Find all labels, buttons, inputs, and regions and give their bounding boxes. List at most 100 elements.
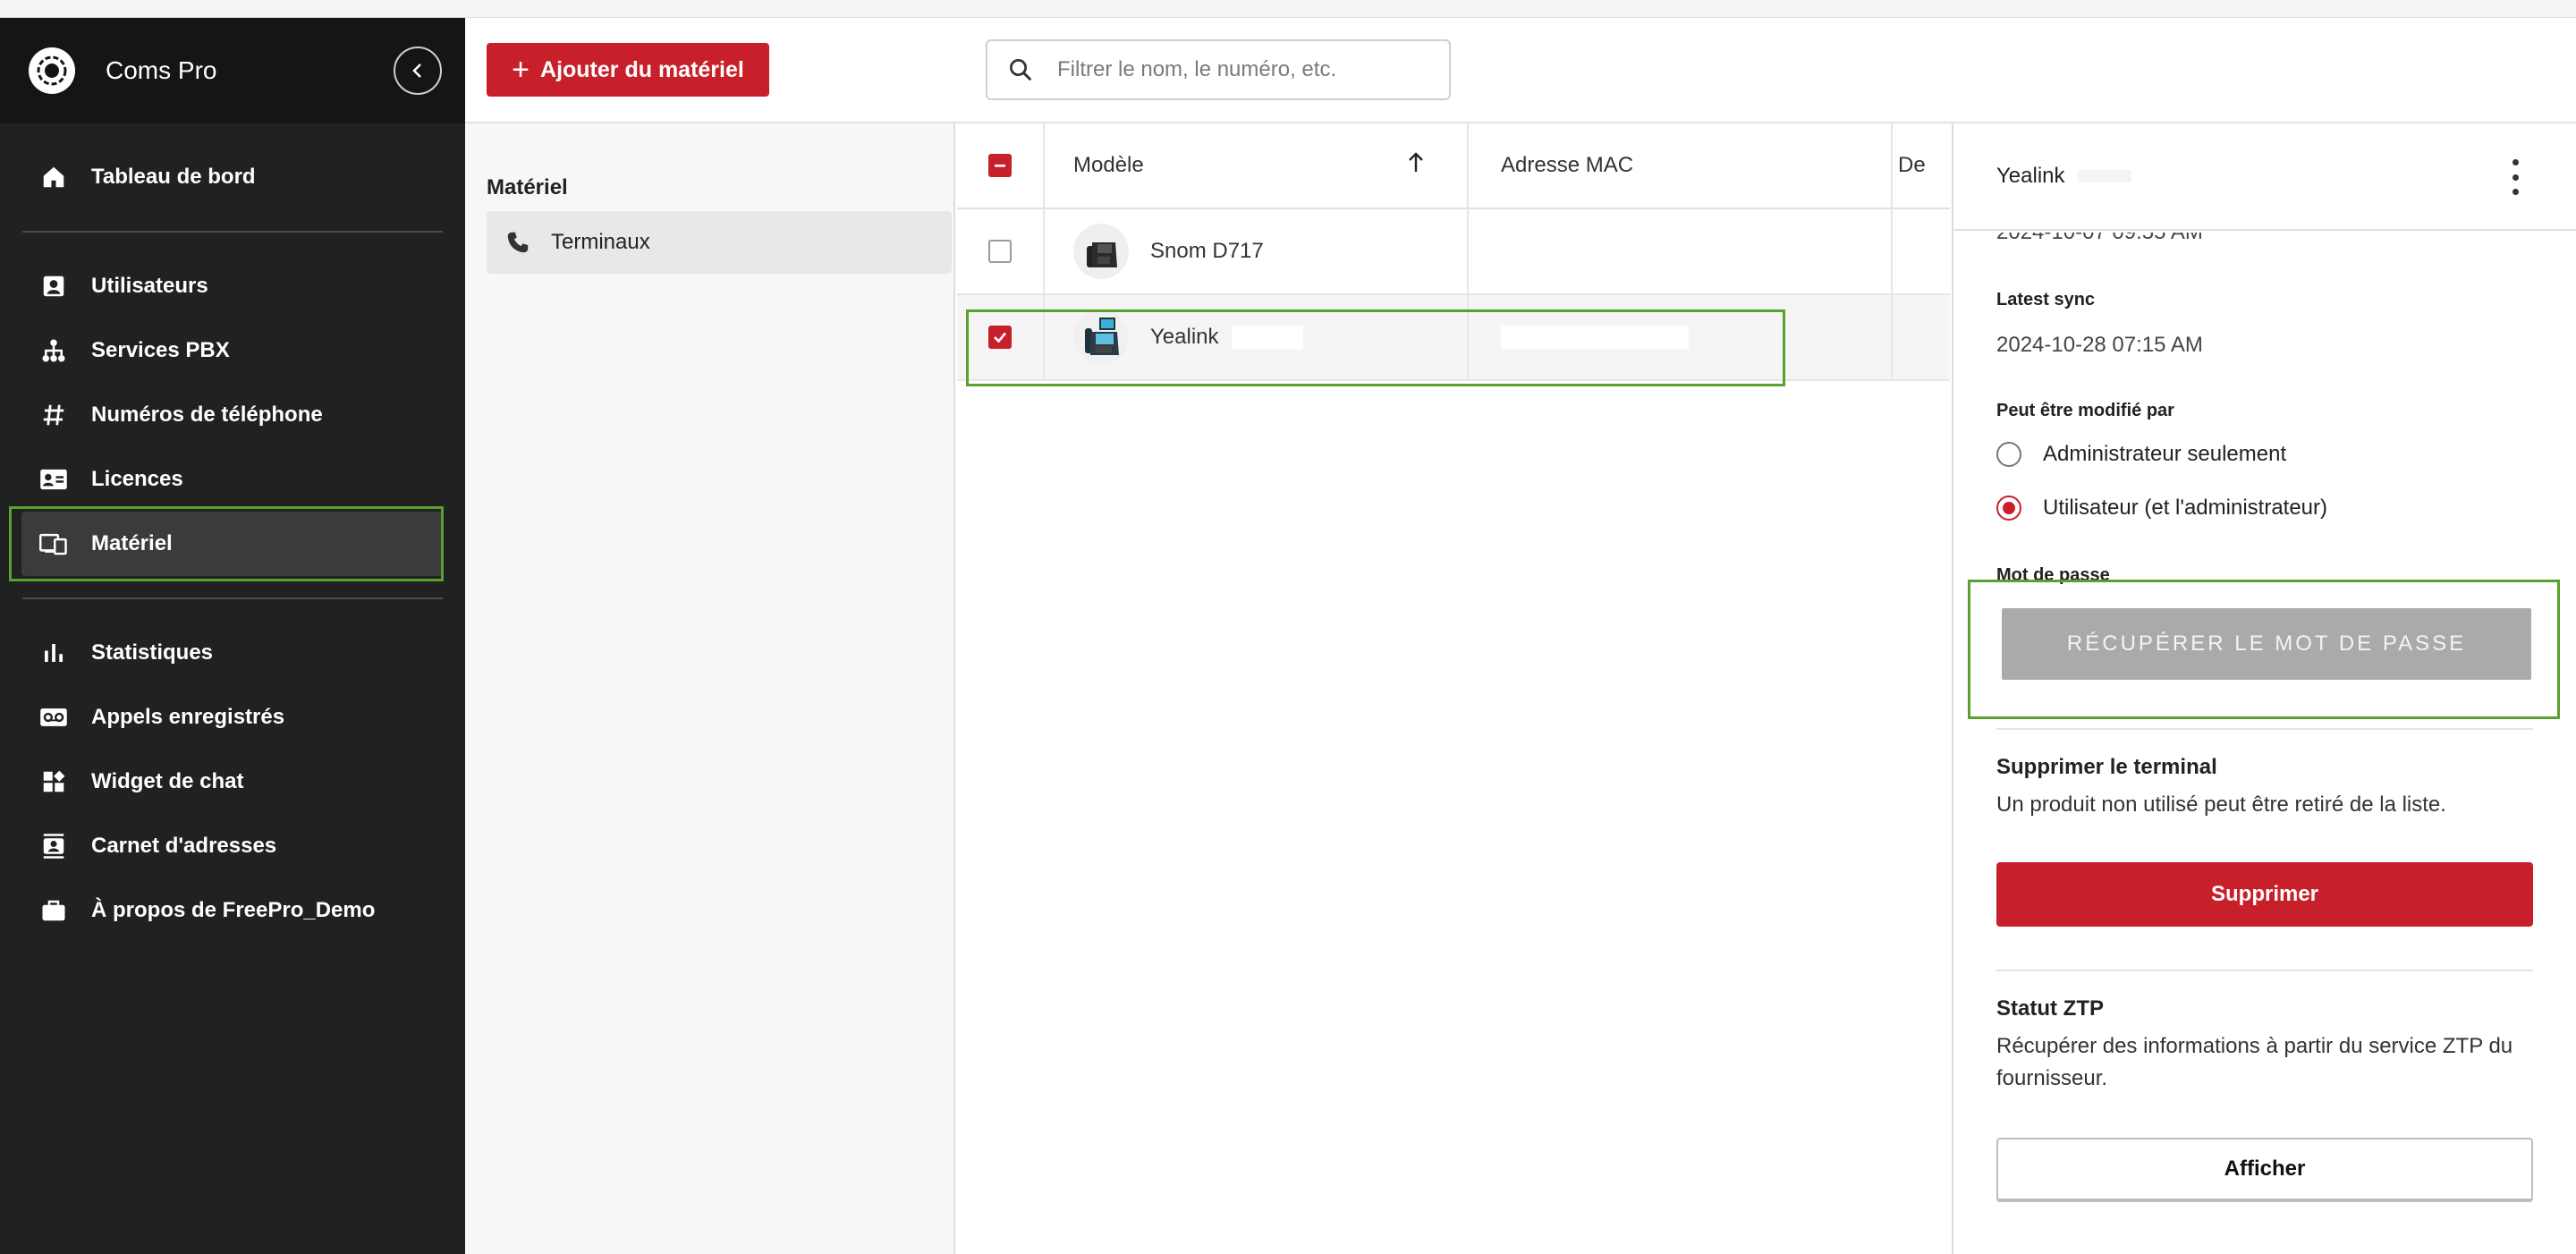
row-checkbox[interactable] [988, 326, 1012, 349]
sidebar-item-phone-numbers[interactable]: Numéros de téléphone [0, 383, 465, 447]
chevron-left-icon [412, 64, 421, 78]
table-row[interactable]: Snom D717 [957, 209, 1950, 295]
details-title: Yealink [1996, 164, 2065, 188]
sidebar-item-label: Statistiques [91, 640, 214, 665]
devices-icon [38, 528, 70, 560]
delete-section-text: Un produit non utilisé peut être retiré … [1996, 792, 2446, 817]
header-checkbox-cell [957, 123, 1045, 208]
row-model-cell: Snom D717 [1045, 209, 1469, 293]
browser-strip [0, 0, 2576, 18]
select-all-checkbox[interactable] [988, 154, 1012, 177]
latest-sync-value: 2024-10-28 07:15 AM [1996, 333, 2203, 357]
sidebar-item-label: Numéros de téléphone [91, 402, 323, 427]
license-card-icon [38, 463, 70, 496]
voicemail-icon [38, 701, 70, 733]
sidebar-item-label: Carnet d'adresses [91, 834, 277, 858]
section-divider [1996, 728, 2533, 730]
sidebar-item-users[interactable]: Utilisateurs [0, 254, 465, 318]
search-box[interactable] [986, 39, 1451, 100]
password-label: Mot de passe [1996, 565, 2110, 585]
sort-ascending-icon[interactable] [1406, 151, 1426, 180]
search-icon [1010, 59, 1032, 81]
sidebar-item-label: Services PBX [91, 338, 230, 362]
redacted-block [1501, 326, 1689, 349]
show-ztp-label: Afficher [2224, 1157, 2306, 1181]
sidebar-item-address-book[interactable]: Carnet d'adresses [0, 814, 465, 878]
column-header-label: De [1898, 153, 1926, 177]
details-header: Yealink [1953, 123, 2576, 231]
ztp-section-text: Récupérer des informations à partir du s… [1996, 1034, 2513, 1090]
hardware-table: Modèle Adresse MAC De Snom D717 Yealink [957, 123, 1950, 1254]
app-title: Coms Pro [106, 56, 217, 84]
radio-button[interactable] [1996, 496, 2021, 521]
retrieve-password-button[interactable]: RÉCUPÉRER LE MOT DE PASSE [2002, 608, 2531, 680]
sidebar-item-about[interactable]: À propos de FreePro_Demo [0, 878, 465, 943]
add-hardware-label: Ajouter du matériel [540, 56, 744, 82]
collapse-sidebar-button[interactable] [394, 47, 442, 95]
subnav-item-label: Terminaux [551, 230, 650, 254]
sidebar-nav-group: Statistiques Appels enregistrés Widget d… [0, 621, 465, 943]
desk-phone-icon [1073, 309, 1129, 365]
show-ztp-button[interactable]: Afficher [1996, 1138, 2533, 1202]
sidebar-item-dashboard[interactable]: Tableau de bord [0, 145, 465, 209]
sidebar-item-label: Licences [91, 467, 183, 491]
column-header-label: Adresse MAC [1501, 153, 1634, 177]
more-options-icon[interactable] [2506, 159, 2524, 195]
redacted-block [2077, 170, 2131, 182]
contacts-icon [38, 830, 70, 862]
row-model-cell: Yealink [1045, 295, 1469, 379]
editable-by-label: Peut être modifié par [1996, 401, 2174, 420]
radio-user-and-admin[interactable]: Utilisateur (et l'administrateur) [1996, 496, 2327, 521]
sidebar-item-statistics[interactable]: Statistiques [0, 621, 465, 685]
hardware-subnav: Matériel Terminaux [465, 123, 955, 1254]
hash-icon [38, 399, 70, 431]
sidebar-item-materiel[interactable]: Matériel [21, 512, 444, 576]
row-mac-cell [1469, 295, 1893, 379]
home-icon [38, 161, 70, 193]
sidebar-item-label: Widget de chat [91, 769, 244, 793]
sidebar-item-pbx-services[interactable]: Services PBX [0, 318, 465, 383]
section-divider [1996, 970, 2533, 971]
row-extra-cell [1893, 295, 1950, 379]
widgets-icon [38, 766, 70, 798]
radio-label: Administrateur seulement [2043, 442, 2287, 466]
table-row[interactable]: Yealink [957, 295, 1950, 381]
retrieve-password-label: RÉCUPÉRER LE MOT DE PASSE [2066, 631, 2467, 656]
column-header-extra[interactable]: De [1893, 123, 1950, 208]
subnav-title: Matériel [487, 175, 568, 199]
ztp-section-title: Statut ZTP [1996, 996, 2104, 1021]
sidebar-nav-group: Utilisateurs Services PBX Numéros de tél… [0, 254, 465, 576]
delete-label: Supprimer [2210, 882, 2319, 906]
device-details-panel: Yealink 2024-10-07 09:55 AM Latest sync … [1952, 123, 2576, 1254]
sidebar-item-chat-widget[interactable]: Widget de chat [0, 750, 465, 814]
column-header-mac[interactable]: Adresse MAC [1469, 123, 1893, 208]
phone-icon [504, 229, 531, 256]
sidebar-item-label: Utilisateurs [91, 274, 208, 298]
delete-section-title: Supprimer le terminal [1996, 755, 2217, 779]
check-icon [994, 332, 1006, 343]
delete-button[interactable]: Supprimer [1996, 862, 2533, 927]
radio-button[interactable] [1996, 442, 2021, 467]
sidebar-item-recorded-calls[interactable]: Appels enregistrés [0, 685, 465, 750]
column-header-model[interactable]: Modèle [1045, 123, 1469, 208]
row-checkbox[interactable] [988, 240, 1012, 263]
redacted-block [1231, 326, 1303, 349]
sidebar-header: Coms Pro [0, 18, 465, 123]
sidebar-nav: Tableau de bord [0, 145, 465, 209]
search-input[interactable] [1057, 57, 1415, 82]
radio-admin-only[interactable]: Administrateur seulement [1996, 442, 2286, 467]
subnav-item-terminals[interactable]: Terminaux [487, 211, 952, 274]
minus-icon [995, 165, 1005, 167]
sidebar-item-label: À propos de FreePro_Demo [91, 898, 376, 922]
sidebar-item-licences[interactable]: Licences [0, 447, 465, 512]
row-checkbox-cell [957, 295, 1045, 379]
hierarchy-icon [38, 335, 70, 367]
row-model-label: Snom D717 [1150, 239, 1264, 263]
desk-phone-icon [1073, 224, 1129, 279]
bar-chart-icon [38, 637, 70, 669]
plus-icon: + [512, 53, 530, 87]
row-model-label: Yealink [1150, 325, 1219, 349]
row-checkbox-cell [957, 209, 1045, 293]
table-header: Modèle Adresse MAC De [957, 123, 1950, 209]
add-hardware-button[interactable]: + Ajouter du matériel [487, 43, 769, 97]
